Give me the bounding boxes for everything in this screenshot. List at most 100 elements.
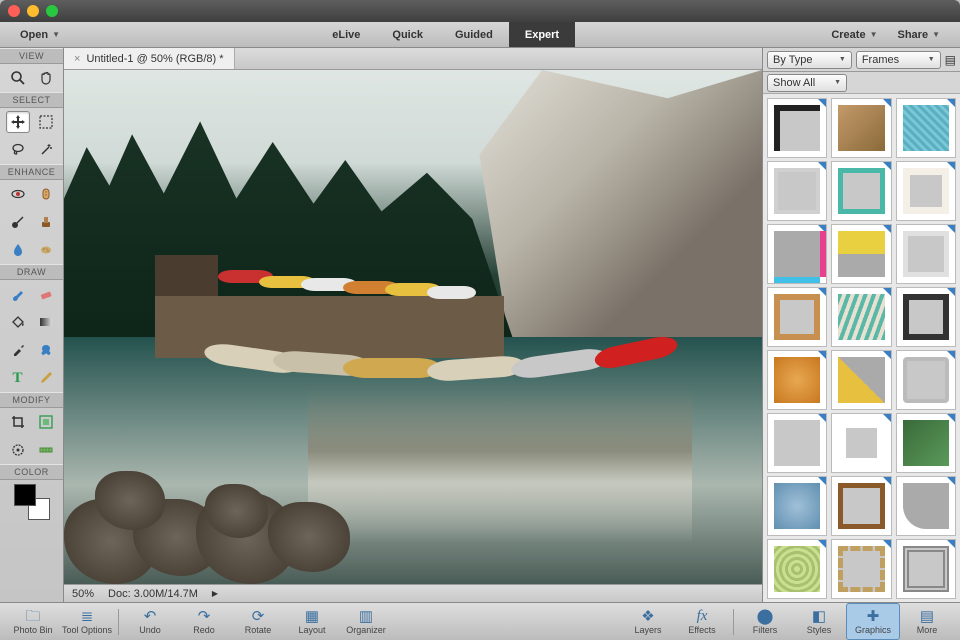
frame-thumb[interactable]: [896, 98, 956, 158]
status-caret-icon[interactable]: ▶: [212, 589, 218, 598]
create-label: Create: [831, 29, 865, 41]
frame-thumb[interactable]: [831, 539, 891, 599]
create-menu[interactable]: Create ▼: [821, 22, 887, 47]
close-tab-icon[interactable]: ×: [74, 53, 80, 65]
tab-guided[interactable]: Guided: [439, 22, 509, 47]
frames-grid: [763, 94, 960, 602]
hand-tool[interactable]: [34, 67, 58, 89]
layout-button[interactable]: ▦Layout: [285, 603, 339, 640]
frame-thumb[interactable]: [767, 98, 827, 158]
frame-thumb[interactable]: [831, 161, 891, 221]
clone-stamp-tool[interactable]: [34, 211, 58, 233]
window-maximize-button[interactable]: [46, 5, 58, 17]
frame-thumb[interactable]: [767, 476, 827, 536]
frame-thumb[interactable]: [896, 350, 956, 410]
category-dropdown[interactable]: Frames▼: [856, 51, 941, 69]
sort-dropdown[interactable]: By Type▼: [767, 51, 852, 69]
effects-icon: fx: [697, 609, 708, 624]
doc-size: Doc: 3.00M/14.7M: [108, 588, 198, 600]
foreground-color[interactable]: [14, 484, 36, 506]
tab-elive[interactable]: eLive: [316, 22, 376, 47]
frame-thumb[interactable]: [831, 413, 891, 473]
document-tab[interactable]: × Untitled-1 @ 50% (RGB/8) *: [64, 48, 235, 69]
frame-thumb[interactable]: [896, 224, 956, 284]
eyedropper-tool[interactable]: [6, 339, 30, 361]
tool-options-button[interactable]: ≣Tool Options: [60, 603, 114, 640]
status-bar: 50% Doc: 3.00M/14.7M ▶: [64, 584, 762, 602]
window-close-button[interactable]: [8, 5, 20, 17]
frame-thumb[interactable]: [896, 476, 956, 536]
share-menu[interactable]: Share ▼: [888, 22, 951, 47]
styles-button[interactable]: ◧Styles: [792, 603, 846, 640]
frame-thumb[interactable]: [767, 413, 827, 473]
caret-down-icon: ▼: [870, 30, 878, 39]
frame-thumb[interactable]: [896, 287, 956, 347]
zoom-level[interactable]: 50%: [72, 588, 94, 600]
canvas-viewport[interactable]: [64, 70, 762, 584]
share-label: Share: [898, 29, 929, 41]
eraser-tool[interactable]: [34, 283, 58, 305]
straighten-tool[interactable]: [34, 439, 58, 461]
styles-icon: ◧: [812, 609, 826, 624]
organizer-icon: ▥: [359, 609, 373, 624]
lasso-tool[interactable]: [6, 139, 30, 161]
open-menu[interactable]: Open ▼: [10, 22, 70, 47]
frame-thumb[interactable]: [767, 224, 827, 284]
frame-thumb[interactable]: [831, 476, 891, 536]
crop-tool[interactable]: [6, 411, 30, 433]
frame-thumb[interactable]: [831, 350, 891, 410]
filter-dropdown[interactable]: Show All▼: [767, 74, 847, 92]
section-enhance: ENHANCE: [0, 164, 63, 180]
move-tool[interactable]: [6, 111, 30, 133]
shape-tool[interactable]: [34, 339, 58, 361]
content-aware-tool[interactable]: [6, 439, 30, 461]
frame-thumb[interactable]: [896, 161, 956, 221]
mode-tabs: eLive Quick Guided Expert: [70, 22, 821, 47]
magic-wand-tool[interactable]: [34, 139, 58, 161]
blur-tool[interactable]: [6, 239, 30, 261]
frame-thumb[interactable]: [896, 539, 956, 599]
type-tool[interactable]: T: [6, 367, 30, 389]
document-tabs: × Untitled-1 @ 50% (RGB/8) *: [64, 48, 762, 70]
zoom-tool[interactable]: [6, 67, 30, 89]
pencil-tool[interactable]: [34, 367, 58, 389]
more-button[interactable]: ▤More: [900, 603, 954, 640]
gradient-tool[interactable]: [34, 311, 58, 333]
brush-tool[interactable]: [6, 283, 30, 305]
spot-heal-tool[interactable]: [34, 183, 58, 205]
organizer-button[interactable]: ▥Organizer: [339, 603, 393, 640]
frame-thumb[interactable]: [767, 161, 827, 221]
graphics-button[interactable]: ✚Graphics: [846, 603, 900, 640]
frame-thumb[interactable]: [767, 350, 827, 410]
frame-thumb[interactable]: [896, 413, 956, 473]
frame-thumb[interactable]: [831, 287, 891, 347]
mac-titlebar: [0, 0, 960, 22]
redeye-tool[interactable]: [6, 183, 30, 205]
graphics-panel: By Type▼ Frames▼ ▤ Show All▼: [762, 48, 960, 602]
color-swatch[interactable]: [12, 484, 52, 520]
rotate-button[interactable]: ⟳Rotate: [231, 603, 285, 640]
frame-thumb[interactable]: [831, 98, 891, 158]
frame-thumb[interactable]: [767, 287, 827, 347]
tab-expert[interactable]: Expert: [509, 22, 575, 47]
effects-button[interactable]: fxEffects: [675, 603, 729, 640]
smart-brush-tool[interactable]: [6, 211, 30, 233]
window-minimize-button[interactable]: [27, 5, 39, 17]
section-view: VIEW: [0, 48, 63, 64]
panel-menu-icon[interactable]: ▤: [945, 53, 956, 67]
section-color: COLOR: [0, 464, 63, 480]
frame-thumb[interactable]: [767, 539, 827, 599]
filters-button[interactable]: ⬤Filters: [738, 603, 792, 640]
recompose-tool[interactable]: [34, 411, 58, 433]
layers-button[interactable]: ❖Layers: [621, 603, 675, 640]
frame-thumb[interactable]: [831, 224, 891, 284]
undo-icon: ↶: [144, 609, 157, 624]
sponge-tool[interactable]: [34, 239, 58, 261]
undo-button[interactable]: ↶Undo: [123, 603, 177, 640]
marquee-tool[interactable]: [34, 111, 58, 133]
redo-button[interactable]: ↷Redo: [177, 603, 231, 640]
tab-quick[interactable]: Quick: [376, 22, 439, 47]
more-icon: ▤: [920, 609, 934, 624]
fill-tool[interactable]: [6, 311, 30, 333]
photo-bin-button[interactable]: 🗀Photo Bin: [6, 603, 60, 640]
